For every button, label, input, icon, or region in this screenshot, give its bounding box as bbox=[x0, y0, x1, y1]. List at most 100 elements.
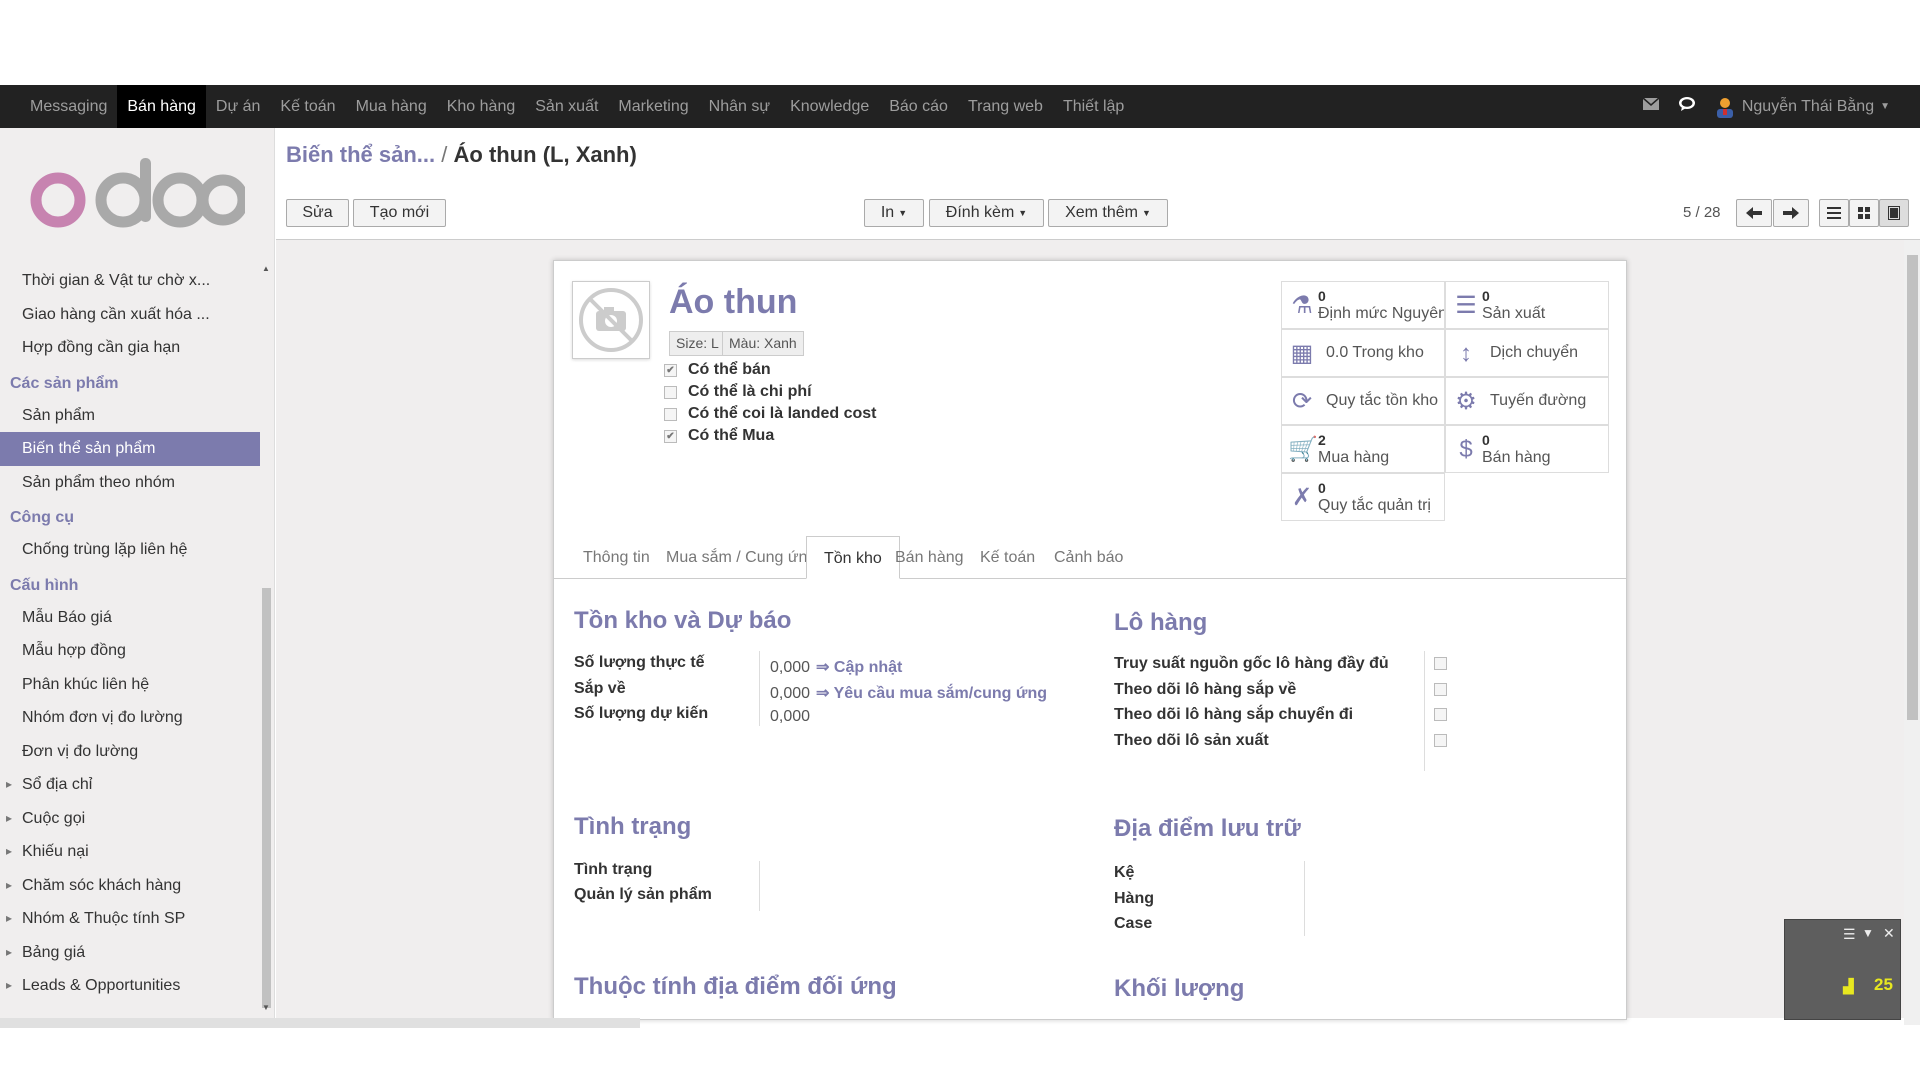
checkbox-empty-icon[interactable] bbox=[1434, 657, 1447, 670]
scroll-up-icon[interactable]: ▲ bbox=[262, 264, 270, 273]
product-image[interactable] bbox=[572, 281, 650, 359]
sidebar-item[interactable]: Phân khúc liên hệ bbox=[0, 668, 260, 702]
smart-button[interactable]: 🛒 2 Mua hàng bbox=[1281, 425, 1445, 473]
product-manager-label: Quản lý sản phẩm bbox=[574, 886, 712, 903]
next-record-button[interactable] bbox=[1773, 199, 1809, 227]
field-value: 0,000 bbox=[770, 708, 810, 726]
smart-button[interactable]: ⟳ Quy tắc tồn kho bbox=[1281, 377, 1445, 425]
checkbox-empty-icon[interactable] bbox=[664, 385, 677, 399]
sidebar-scroll-thumb[interactable] bbox=[262, 588, 271, 1008]
sidebar-section-header: Công cụ bbox=[10, 509, 74, 526]
product-flag-checkbox[interactable]: Có thể là chi phí bbox=[664, 383, 812, 401]
smart-button[interactable]: ⚗ 0 Định mức Nguyên bbox=[1281, 281, 1445, 329]
sidebar-item[interactable]: Nhóm đơn vị đo lường bbox=[0, 701, 260, 735]
scroll-down-icon[interactable]: ▼ bbox=[262, 1003, 270, 1012]
sidebar-item[interactable]: Chăm sóc khách hàng bbox=[0, 869, 260, 903]
nav-item[interactable]: Báo cáo bbox=[879, 85, 958, 128]
section-stock-title: Tồn kho và Dự báo bbox=[574, 607, 792, 634]
smart-button[interactable]: ⚙ Tuyến đường bbox=[1445, 377, 1609, 425]
close-icon[interactable]: ✕ bbox=[1883, 925, 1895, 942]
checkbox-checked-icon[interactable]: ✔ bbox=[664, 429, 677, 443]
nav-item[interactable]: Nhân sự bbox=[699, 85, 780, 128]
nav-item[interactable]: Trang web bbox=[958, 85, 1053, 128]
sidebar-item[interactable]: Giao hàng cần xuất hóa ... bbox=[0, 298, 260, 332]
nav-item[interactable]: Thiết lập bbox=[1053, 85, 1134, 128]
nav-item[interactable]: Marketing bbox=[608, 85, 698, 128]
checkbox-checked-icon[interactable]: ✔ bbox=[664, 363, 677, 377]
quantity-value: 0,000 bbox=[770, 684, 811, 702]
checkbox-empty-icon[interactable] bbox=[1434, 708, 1447, 721]
print-dropdown[interactable]: In ▼ bbox=[864, 199, 924, 227]
refresh-icon: ⟳ bbox=[1291, 388, 1313, 415]
smart-button[interactable]: ↕ Dịch chuyển bbox=[1445, 329, 1609, 377]
form-view-button[interactable] bbox=[1879, 199, 1909, 227]
browser-bottom-area bbox=[0, 1028, 1920, 1080]
smart-button[interactable]: ▦ 0.0 Trong kho bbox=[1281, 329, 1445, 377]
top-navbar: Messaging Bán hàng Dự án Kế toán Mua hàng Kho… bbox=[0, 85, 1920, 128]
chat-icon[interactable] bbox=[1678, 96, 1696, 117]
sidebar-item[interactable]: Sổ địa chỉ bbox=[0, 768, 260, 802]
sidebar-item[interactable]: Sản phẩm bbox=[0, 399, 260, 433]
sidebar-item[interactable]: Leads & Opportunities bbox=[0, 969, 260, 1003]
smart-button-label: Dịch chuyển bbox=[1490, 344, 1579, 361]
sidebar-item[interactable]: Chống trùng lặp liên hệ bbox=[0, 533, 260, 567]
checkbox-empty-icon[interactable] bbox=[664, 407, 677, 421]
browser-top-area bbox=[0, 0, 1920, 85]
page-scroll-thumb[interactable] bbox=[1907, 255, 1918, 720]
section-lots-title: Lô hàng bbox=[1114, 609, 1208, 636]
sidebar-item[interactable]: Bảng giá bbox=[0, 936, 260, 970]
breadcrumb-parent[interactable]: Biến thể sản... bbox=[286, 142, 435, 167]
product-flag-checkbox[interactable]: Có thể coi là landed cost bbox=[664, 405, 876, 423]
nav-item[interactable]: Mua hàng bbox=[346, 85, 437, 128]
more-dropdown[interactable]: Xem thêm ▼ bbox=[1048, 199, 1168, 227]
action-link[interactable]: ⇒ Cập nhật bbox=[816, 659, 902, 676]
sidebar-horizontal-scrollbar[interactable] bbox=[0, 1018, 640, 1028]
action-link[interactable]: ⇒ Yêu cầu mua sắm/cung ứng bbox=[816, 685, 1047, 702]
nav-item[interactable]: Bán hàng bbox=[117, 85, 206, 128]
widget-value: 25 bbox=[1874, 975, 1893, 994]
breadcrumb: Biến thể sản... / Áo thun (L, Xanh) bbox=[286, 142, 637, 168]
sidebar-item[interactable]: Khiếu nại bbox=[0, 835, 260, 869]
odoo-logo[interactable] bbox=[30, 158, 249, 233]
smart-button-count: 2 bbox=[1318, 432, 1326, 448]
sidebar-item[interactable]: Thời gian & Vật tư chờ x... bbox=[0, 264, 260, 298]
smart-button[interactable]: $0 Bán hàng bbox=[1445, 425, 1609, 473]
edit-button[interactable]: Sửa bbox=[286, 199, 349, 227]
product-flag-checkbox[interactable]: ✔ Có thể Mua bbox=[664, 427, 774, 445]
list-view-button[interactable] bbox=[1819, 199, 1849, 227]
mail-icon[interactable] bbox=[1642, 97, 1660, 116]
nav-item[interactable]: Kế toán bbox=[270, 85, 345, 128]
smart-button-label: Định mức Nguyên bbox=[1318, 305, 1445, 322]
checkbox-empty-icon[interactable] bbox=[1434, 682, 1447, 696]
sidebar-item[interactable]: Cuộc gọi bbox=[0, 802, 260, 836]
create-button[interactable]: Tạo mới bbox=[353, 199, 446, 227]
checkbox-empty-icon[interactable] bbox=[1434, 733, 1447, 747]
sidebar-item[interactable]: Nhóm & Thuộc tính SP bbox=[0, 902, 260, 936]
nav-item[interactable]: Kho hàng bbox=[437, 85, 526, 128]
smart-button[interactable]: ✗ 0 Quy tắc quản trị bbox=[1281, 473, 1445, 521]
smart-button-label: Quy tắc tồn kho bbox=[1326, 392, 1439, 409]
nav-item[interactable]: Sản xuất bbox=[525, 85, 608, 128]
attach-dropdown[interactable]: Đính kèm ▼ bbox=[929, 199, 1044, 227]
product-flag-checkbox[interactable]: ✔ Có thể bán bbox=[664, 361, 771, 379]
tab[interactable]: Cảnh báo bbox=[1037, 536, 1140, 579]
lot-field-label: Theo dõi lô sản xuất bbox=[1114, 731, 1269, 749]
sidebar-item[interactable]: Hợp đồng cần gia hạn bbox=[0, 331, 260, 365]
floating-widget: ☰ ▼ ✕ ▟ 25 bbox=[1784, 919, 1901, 1020]
sidebar-item[interactable]: Đơn vị đo lường bbox=[0, 735, 260, 769]
nav-item[interactable]: Messaging bbox=[20, 85, 117, 128]
smart-button[interactable]: ☰ 0 Sản xuất bbox=[1445, 281, 1609, 329]
sidebar-item[interactable]: Sản phẩm theo nhóm bbox=[0, 466, 260, 500]
kanban-view-button[interactable] bbox=[1849, 199, 1879, 227]
user-menu[interactable]: Nguyễn Thái Bằng ▼ bbox=[1714, 96, 1890, 118]
nav-item[interactable]: Knowledge bbox=[780, 85, 879, 128]
sidebar-item[interactable]: Mẫu Báo giá bbox=[0, 601, 260, 635]
collapse-icon[interactable]: ▼ bbox=[1862, 926, 1874, 940]
prev-record-button[interactable] bbox=[1736, 199, 1772, 227]
gears-icon: ⚙ bbox=[1455, 388, 1477, 415]
sidebar-item[interactable]: Mẫu hợp đồng bbox=[0, 634, 260, 668]
sidebar-item[interactable]: Biến thể sản phẩm bbox=[0, 432, 260, 466]
field-label: Số lượng thực tế bbox=[574, 654, 705, 671]
nav-item[interactable]: Dự án bbox=[206, 85, 271, 128]
menu-icon[interactable]: ☰ bbox=[1843, 926, 1856, 943]
